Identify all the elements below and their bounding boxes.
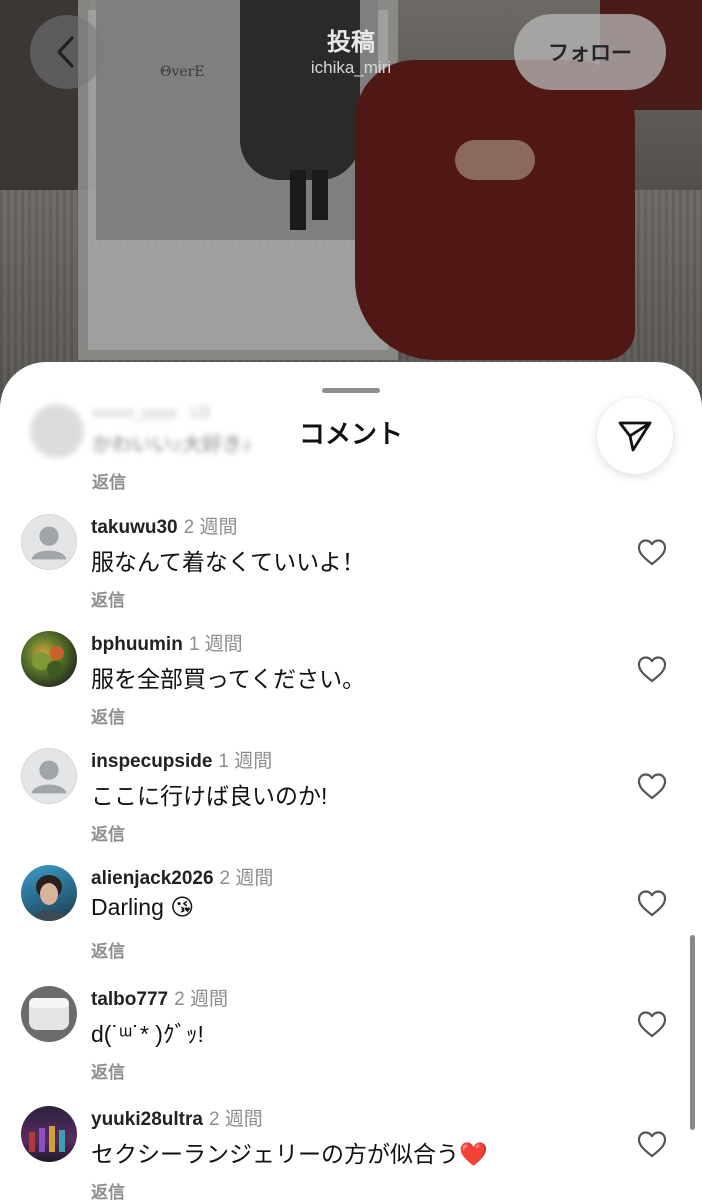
avatar[interactable] [21, 631, 77, 687]
heart-outline-icon[interactable] [637, 1010, 667, 1038]
reply-button[interactable]: 返信 [91, 820, 125, 845]
avatar[interactable] [21, 514, 77, 570]
comment-time: 2 週間 [183, 517, 238, 538]
person-avatar-image [31, 875, 67, 921]
comment-username[interactable]: talbo777 [91, 989, 168, 1010]
heart-outline-icon[interactable] [637, 889, 667, 917]
comment-time: 1 週間 [188, 634, 243, 655]
heart-outline-icon[interactable] [637, 538, 667, 566]
comment-time: 1 週間 [218, 751, 273, 772]
paper-plane-icon [618, 421, 652, 452]
comment-text: 服なんて着なくていいよ！ [91, 549, 365, 575]
default-avatar-icon [31, 526, 67, 560]
comment-time: 2 週間 [208, 1109, 263, 1130]
comment-username[interactable]: takuwu30 [91, 517, 178, 538]
heart-outline-icon[interactable] [637, 772, 667, 800]
comment-text: d(˙ᵚ˙* )ｸﾞｯ! [91, 1021, 204, 1047]
follow-button[interactable]: フォロー [514, 14, 666, 90]
reply-button[interactable]: 返信 [91, 1178, 125, 1200]
comment-item: alienjack2026 2 週間 Darling 😘 返信 [0, 851, 702, 968]
comment-item: takuwu30 2 週間 服なんて着なくていいよ！ 返信 [0, 500, 702, 617]
comment-item: bphuumin 1 週間 服を全部買ってください。 返信 [0, 617, 702, 734]
comment-username[interactable]: bphuumin [91, 634, 183, 655]
comments-sheet: xxxxxx_yyyyy · 1日 かわいい♪大好き♪ 返信 コメント taku… [0, 362, 702, 1200]
reply-button[interactable]: 返信 [92, 468, 126, 493]
heart-outline-icon[interactable] [637, 1130, 667, 1158]
comment-text: 服を全部買ってください。 [91, 666, 366, 692]
comment-item: talbo777 2 週間 d(˙ᵚ˙* )ｸﾞｯ! 返信 [0, 972, 702, 1089]
reply-button[interactable]: 返信 [91, 703, 125, 728]
plants-avatar-image [32, 646, 64, 677]
default-avatar-icon [31, 760, 67, 794]
reply-button[interactable]: 返信 [91, 1058, 125, 1083]
comment-text: セクシーランジェリーの方が似合う❤️ [91, 1141, 488, 1167]
comment-username[interactable]: alienjack2026 [91, 868, 214, 889]
comment-time: 2 週間 [219, 868, 274, 889]
comment-meta: alienjack2026 2 週間 [91, 863, 273, 890]
comment-meta: yuuki28ultra 2 週間 [91, 1104, 263, 1131]
comment-text: Darling 😘 [91, 894, 195, 920]
scrollbar[interactable] [690, 935, 695, 1130]
cube-avatar-image [29, 998, 69, 1030]
heart-outline-icon[interactable] [637, 655, 667, 683]
comment-item: yuuki28ultra 2 週間 セクシーランジェリーの方が似合う❤️ 返信 [0, 1092, 702, 1200]
avatar[interactable] [21, 865, 77, 921]
avatar[interactable] [21, 1106, 77, 1162]
comment-meta: takuwu30 2 週間 [91, 512, 237, 539]
comment-item: inspecupside 1 週間 ここに行けば良いのか! 返信 [0, 734, 702, 851]
avatar[interactable] [21, 748, 77, 804]
reply-button[interactable]: 返信 [91, 937, 125, 962]
comment-meta: inspecupside 1 週間 [91, 746, 272, 773]
reply-button[interactable]: 返信 [91, 586, 125, 611]
comment-meta: talbo777 2 週間 [91, 984, 228, 1011]
comment-time: 2 週間 [174, 989, 228, 1010]
avatar[interactable] [21, 986, 77, 1042]
comment-username[interactable]: yuuki28ultra [91, 1109, 203, 1130]
share-button[interactable] [597, 398, 673, 474]
comment-text: ここに行けば良いのか! [91, 783, 328, 809]
comment-meta: bphuumin 1 週間 [91, 629, 243, 656]
comment-username[interactable]: inspecupside [91, 751, 212, 772]
group-avatar-image [29, 1126, 65, 1152]
sheet-grabber[interactable] [322, 388, 380, 393]
